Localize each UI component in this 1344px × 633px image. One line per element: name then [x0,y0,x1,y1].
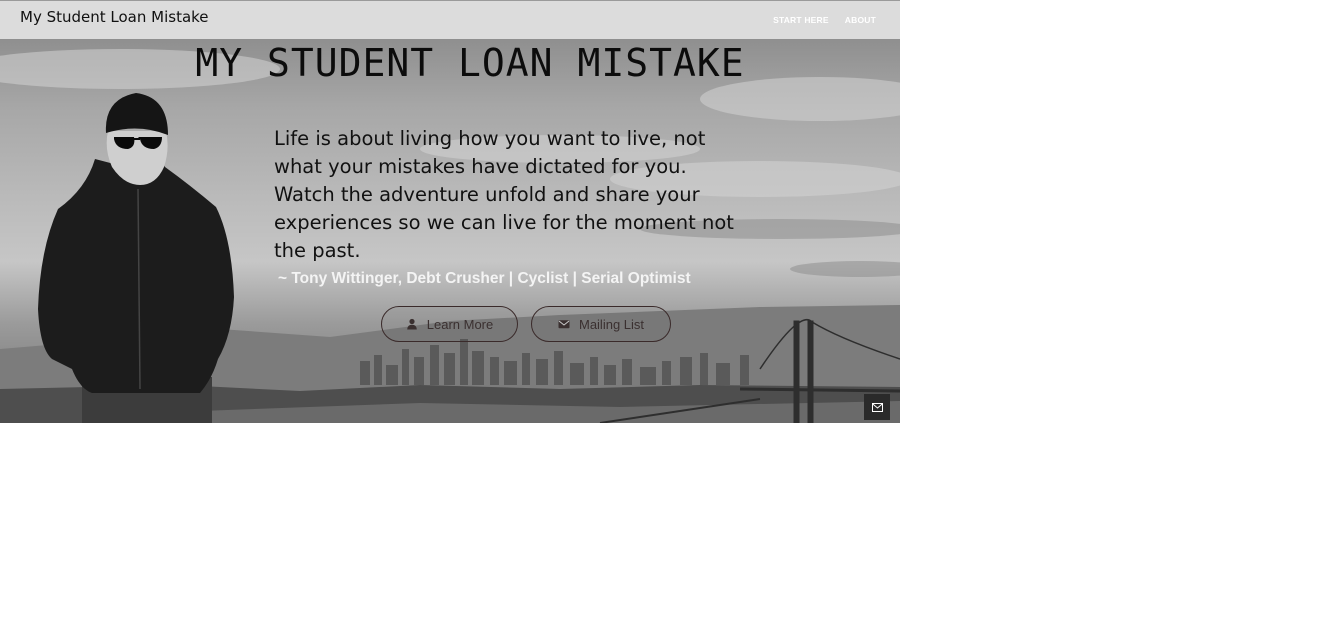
envelope-icon [558,318,570,330]
hero-title: MY STUDENT LOAN MISTAKE [195,41,745,85]
site-logo-link[interactable]: My Student Loan Mistake [20,8,209,26]
learn-more-button[interactable]: Learn More [381,306,518,342]
mailing-list-label: Mailing List [578,316,645,332]
mailing-list-button[interactable]: Mailing List [531,306,671,342]
hero-attribution: ~ Tony Wittinger, Debt Crusher | Cyclist… [278,270,691,287]
main-nav: START HERE ABOUT [773,15,876,25]
learn-more-label: Learn More [426,316,494,332]
user-icon [406,318,418,330]
hero-section: MY STUDENT LOAN MISTAKE Life is about li… [0,39,900,423]
nav-item-about[interactable]: ABOUT [845,15,876,25]
website: My Student Loan Mistake START HERE ABOUT [0,0,900,423]
floating-contact-button[interactable] [864,394,890,420]
nav-item-start-here[interactable]: START HERE [773,15,829,25]
envelope-icon [871,402,883,412]
top-navigation-bar: My Student Loan Mistake START HERE ABOUT [0,0,900,39]
hero-quote: Life is about living how you want to liv… [274,127,734,262]
